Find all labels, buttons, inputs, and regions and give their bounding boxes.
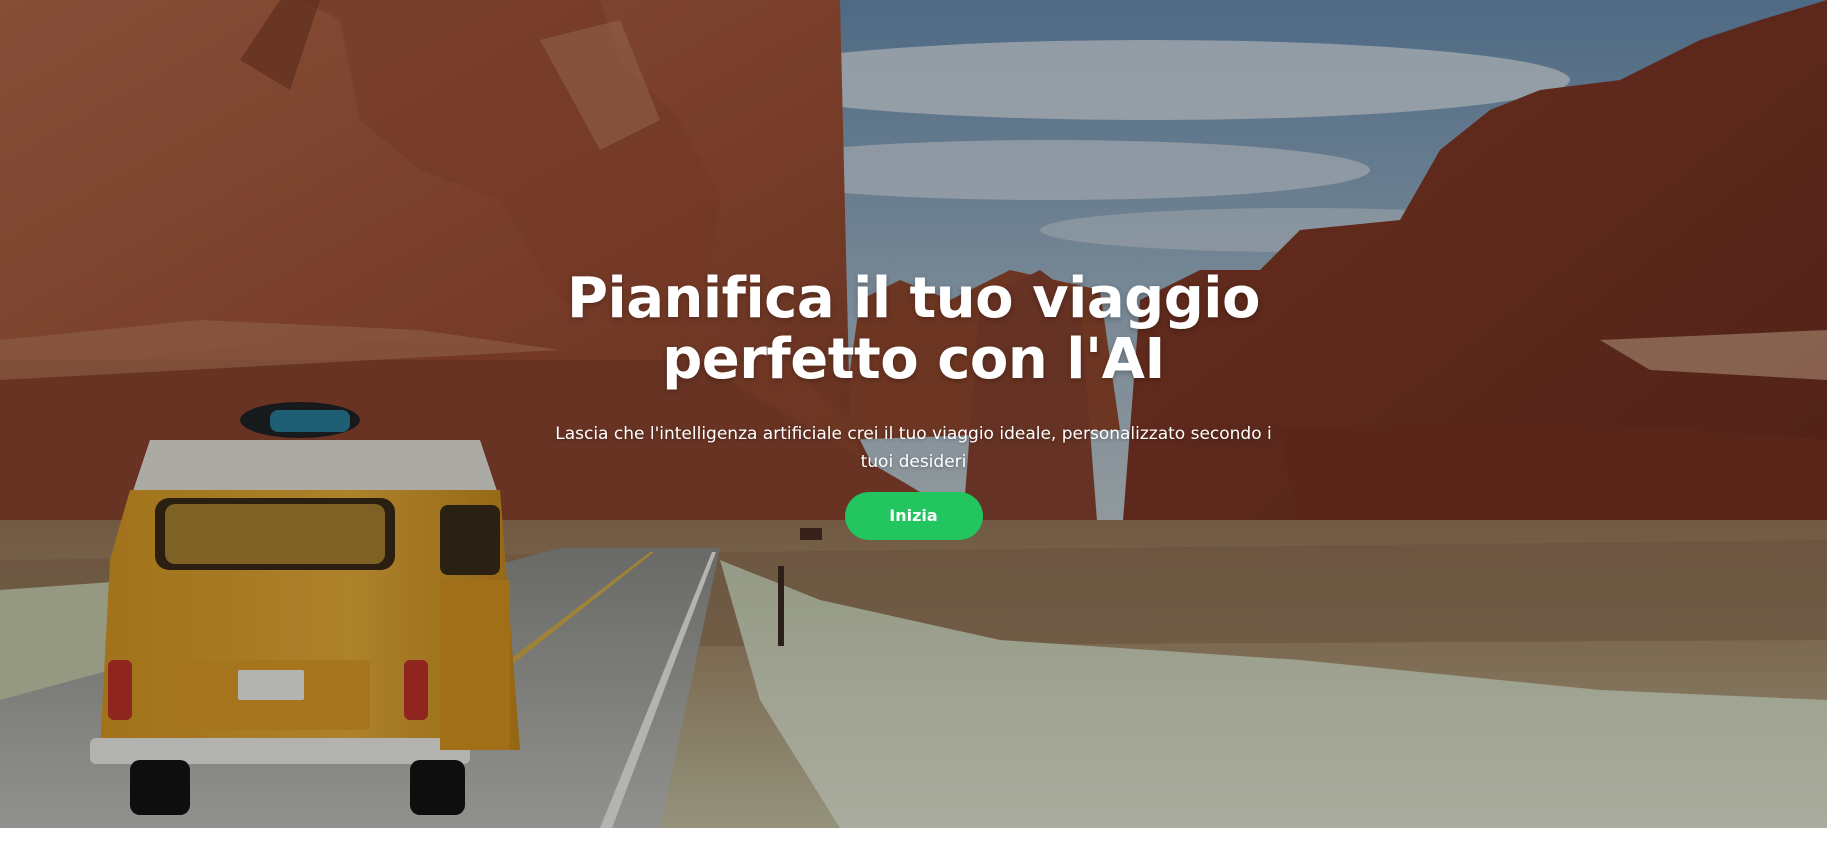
page-content-area (0, 828, 1827, 852)
hero-section: Pianifica il tuo viaggio perfetto con l'… (0, 0, 1827, 828)
hero-title-line-1: Pianifica il tuo viaggio (567, 266, 1260, 331)
hero-title-line-2: perfetto con l'AI (662, 327, 1165, 392)
hero-subtitle: Lascia che l'intelligenza artificiale cr… (534, 420, 1294, 476)
hero-subtitle-line-1: Lascia che l'intelligenza artificiale cr… (555, 424, 1272, 444)
hero-subtitle-line-2: tuoi desideri (860, 452, 967, 472)
hero-title: Pianifica il tuo viaggio perfetto con l'… (464, 268, 1364, 390)
start-button[interactable]: Inizia (844, 492, 983, 540)
hero-content: Pianifica il tuo viaggio perfetto con l'… (0, 268, 1827, 540)
